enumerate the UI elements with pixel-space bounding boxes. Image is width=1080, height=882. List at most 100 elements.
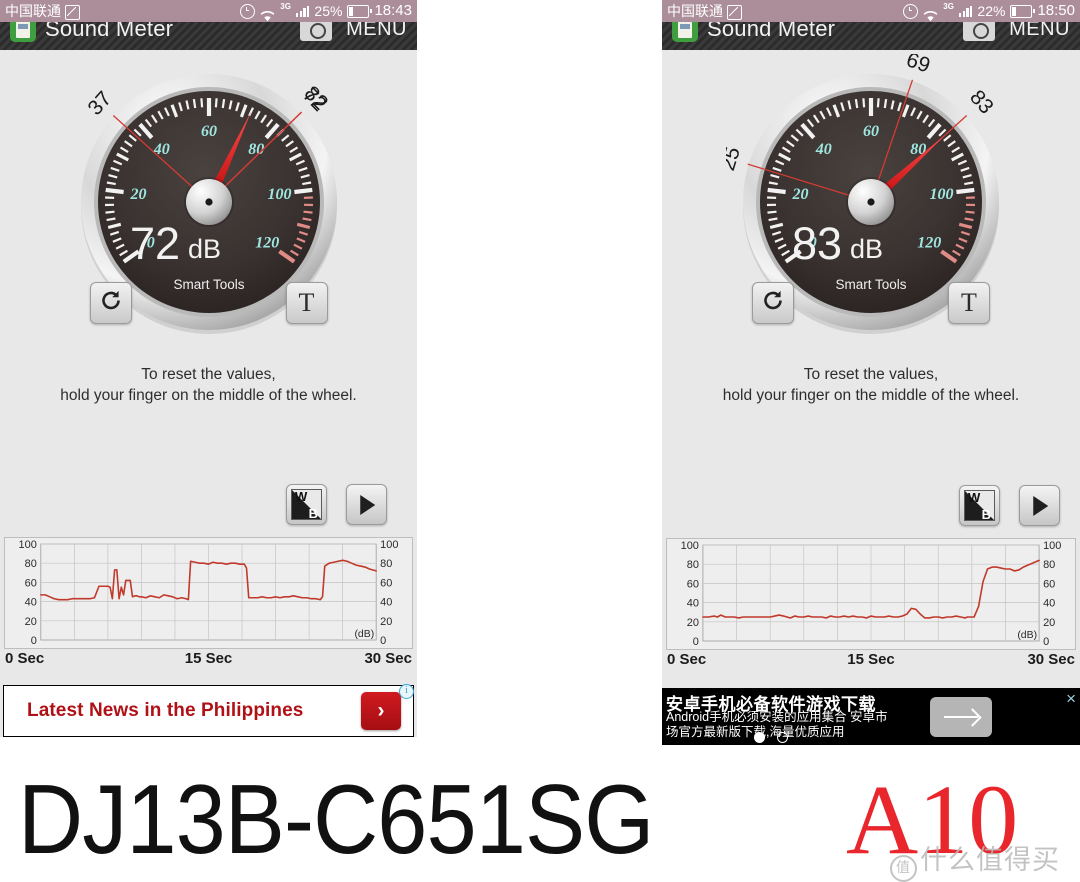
ad-cta-button[interactable] bbox=[930, 697, 992, 737]
battery-percent-label: 25% bbox=[314, 0, 342, 22]
wb-icon: W B bbox=[964, 490, 995, 521]
refresh-icon bbox=[99, 289, 123, 318]
ad-dot-inactive[interactable] bbox=[777, 732, 788, 743]
svg-text:60: 60 bbox=[687, 578, 699, 590]
watermark-text: 什么值得买 bbox=[920, 845, 1060, 875]
wb-top-letter: W bbox=[968, 490, 980, 505]
svg-text:20: 20 bbox=[25, 616, 37, 628]
wifi-icon bbox=[923, 6, 938, 17]
reset-button[interactable] bbox=[90, 282, 132, 324]
message-icon bbox=[65, 5, 80, 20]
ad-info-icon[interactable]: i bbox=[399, 684, 414, 699]
svg-text:40: 40 bbox=[152, 141, 169, 158]
play-button[interactable] bbox=[346, 484, 387, 525]
history-chart: 002020404060608080100100(dB) bbox=[666, 538, 1076, 650]
svg-text:20: 20 bbox=[380, 616, 392, 628]
app-title: Sound Meter bbox=[45, 22, 173, 42]
app-title-bar: Sound Meter MENU bbox=[662, 22, 1080, 50]
chart-x-mid-label: 15 Sec bbox=[185, 649, 233, 669]
svg-text:120: 120 bbox=[917, 235, 941, 252]
history-chart: 002020404060608080100100(dB) bbox=[4, 537, 413, 649]
svg-text:40: 40 bbox=[1043, 598, 1055, 610]
watermark-logo: 值 bbox=[890, 855, 917, 882]
battery-icon bbox=[1010, 5, 1032, 18]
reset-button[interactable] bbox=[752, 282, 794, 324]
gauge-brand: Smart Tools bbox=[173, 277, 244, 292]
app-title: Sound Meter bbox=[707, 22, 835, 42]
gauge-value: 83 bbox=[792, 218, 842, 269]
white-black-toggle-button[interactable]: W B bbox=[959, 485, 1000, 526]
sound-meter-gauge-area: 020406080100120 377282 72 dB Smart Tools… bbox=[0, 50, 417, 350]
bottom-button-row: W B bbox=[286, 484, 387, 525]
alarm-icon bbox=[903, 4, 918, 19]
wb-icon: W B bbox=[291, 489, 322, 520]
svg-text:83: 83 bbox=[965, 86, 998, 119]
alarm-icon bbox=[240, 4, 255, 19]
chart-x-start-label: 0 Sec bbox=[5, 649, 44, 669]
svg-text:60: 60 bbox=[201, 123, 217, 140]
gauge[interactable]: 020406080100120 256983 83 dB Smart Tools… bbox=[726, 54, 1016, 344]
svg-text:80: 80 bbox=[25, 558, 37, 570]
clock-label: 18:50 bbox=[1037, 0, 1075, 22]
status-bar-right: 3G 25% 18:43 bbox=[240, 0, 412, 22]
svg-text:(dB): (dB) bbox=[1017, 630, 1037, 641]
svg-text:20: 20 bbox=[687, 617, 699, 629]
chart-x-end-label: 30 Sec bbox=[364, 649, 412, 669]
svg-text:82: 82 bbox=[299, 82, 332, 115]
gauge[interactable]: 020406080100120 377282 72 dB Smart Tools… bbox=[64, 54, 354, 344]
t-letter-icon: T bbox=[949, 283, 989, 323]
ad-headline: Latest News in the Philippines bbox=[27, 700, 303, 722]
ad-body-line-1: Android手机必须安装的应用集合 安卓市 bbox=[666, 710, 896, 725]
chart-x-mid-label: 15 Sec bbox=[847, 650, 895, 670]
phone-screenshot-right: 中国联通 3G 22% 18:50 Sound Meter MENU bbox=[662, 0, 1080, 745]
svg-text:100: 100 bbox=[930, 186, 954, 203]
battery-percent-label: 22% bbox=[977, 0, 1005, 22]
ad-banner[interactable]: Latest News in the Philippines › bbox=[3, 685, 414, 737]
svg-text:100: 100 bbox=[1043, 540, 1061, 552]
reset-hint: To reset the values, hold your finger on… bbox=[0, 364, 417, 406]
wb-bottom-letter: B bbox=[309, 506, 318, 521]
svg-text:40: 40 bbox=[815, 141, 832, 158]
chart-x-start-label: 0 Sec bbox=[667, 650, 706, 670]
ad-cta-button[interactable]: › bbox=[361, 692, 401, 730]
gauge-unit: dB bbox=[850, 234, 883, 264]
svg-text:40: 40 bbox=[25, 597, 37, 609]
carrier-label: 中国联通 bbox=[667, 0, 723, 22]
svg-text:120: 120 bbox=[255, 235, 279, 252]
ad-dot-active[interactable] bbox=[754, 732, 765, 743]
network-type-label: 3G bbox=[943, 0, 954, 18]
white-black-toggle-button[interactable]: W B bbox=[286, 484, 327, 525]
menu-button[interactable]: MENU bbox=[1009, 22, 1070, 41]
battery-icon bbox=[347, 5, 369, 18]
menu-button[interactable]: MENU bbox=[346, 22, 407, 41]
svg-text:60: 60 bbox=[25, 577, 37, 589]
play-icon bbox=[360, 495, 375, 515]
svg-text:80: 80 bbox=[380, 558, 392, 570]
svg-text:60: 60 bbox=[380, 577, 392, 589]
phone-screenshot-left: 中国联通 3G 25% 18:43 Sound Meter MENU bbox=[0, 0, 417, 737]
text-mode-button[interactable]: T bbox=[948, 282, 990, 324]
sound-meter-gauge-area: 020406080100120 256983 83 dB Smart Tools… bbox=[662, 50, 1080, 350]
svg-text:(dB): (dB) bbox=[354, 629, 374, 640]
ad-close-button[interactable]: × bbox=[1066, 690, 1076, 707]
wifi-icon bbox=[260, 6, 275, 17]
reset-hint: To reset the values, hold your finger on… bbox=[662, 364, 1080, 406]
reset-hint-line-2: hold your finger on the middle of the wh… bbox=[662, 385, 1080, 406]
camera-icon[interactable] bbox=[963, 22, 995, 41]
ad-pagination-dots[interactable] bbox=[754, 732, 788, 743]
arrow-right-icon bbox=[944, 716, 978, 719]
play-button[interactable] bbox=[1019, 485, 1060, 526]
t-letter-icon: T bbox=[287, 283, 327, 323]
bottom-button-row: W B bbox=[959, 485, 1060, 526]
camera-icon[interactable] bbox=[300, 22, 332, 41]
text-mode-button[interactable]: T bbox=[286, 282, 328, 324]
history-chart-block: 002020404060608080100100(dB) 0 Sec 15 Se… bbox=[662, 538, 1080, 672]
clock-label: 18:43 bbox=[374, 0, 412, 22]
svg-text:60: 60 bbox=[1043, 578, 1055, 590]
gauge-brand: Smart Tools bbox=[835, 277, 906, 292]
history-chart-svg: 002020404060608080100100(dB) bbox=[5, 538, 412, 648]
caption-left-model: DJ13B-C651SG bbox=[18, 763, 653, 876]
ad-banner[interactable]: 安卓手机必备软件游戏下载 Android手机必须安装的应用集合 安卓市 场官方最… bbox=[662, 688, 1080, 745]
svg-text:37: 37 bbox=[83, 87, 116, 120]
app-title-bar: Sound Meter MENU bbox=[0, 22, 417, 50]
